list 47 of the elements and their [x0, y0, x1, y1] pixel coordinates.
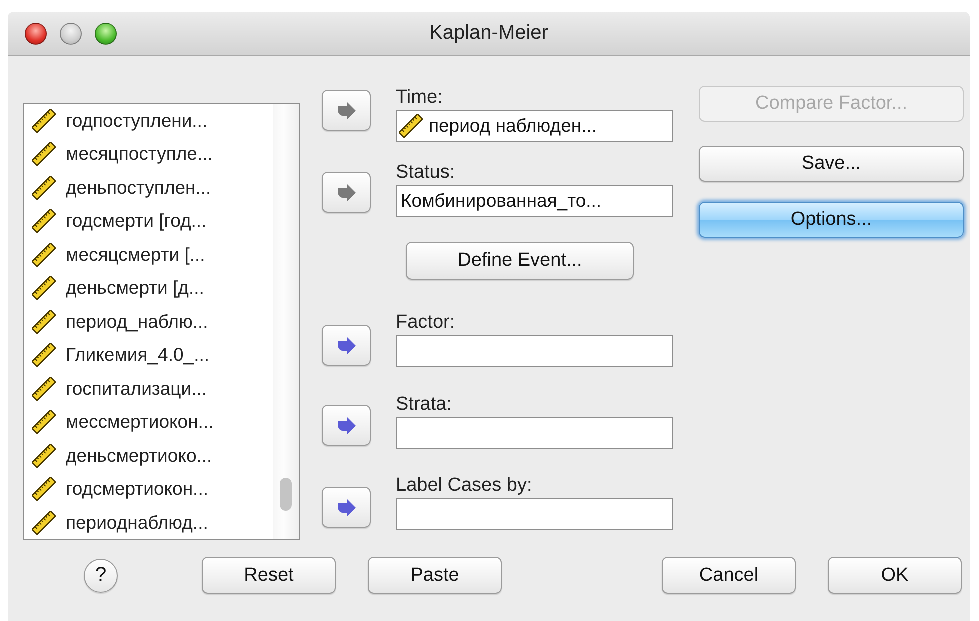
minimize-button[interactable] [60, 22, 82, 44]
variable-item[interactable]: период_наблю... [32, 305, 273, 338]
variable-item[interactable]: Гликемия_4.0_... [32, 338, 273, 372]
field-label: Time: [396, 86, 443, 110]
dialog-button[interactable]: OK [828, 557, 962, 594]
variable-item[interactable]: деньпоступлен... [32, 171, 273, 204]
move-arrow-button[interactable] [322, 90, 371, 131]
arrow-icon [336, 336, 356, 354]
zoom-button[interactable] [95, 22, 117, 44]
variable-item[interactable]: деньсмертиоко... [32, 439, 273, 472]
variable-item[interactable]: годсмертиокон... [32, 472, 273, 506]
move-arrow-button[interactable] [322, 487, 371, 528]
help-button[interactable]: ? [84, 558, 118, 592]
target-field[interactable] [396, 335, 673, 367]
window-title: Kaplan-Meier [430, 22, 548, 44]
arrow-icon [336, 416, 356, 434]
arrow-icon [336, 184, 356, 202]
move-arrow-button[interactable] [322, 405, 371, 446]
variable-item[interactable]: месяцсмерти [... [32, 238, 273, 272]
arrow-icon [336, 498, 356, 516]
variable-item[interactable]: годпоступлени... [32, 104, 273, 138]
target-field[interactable]: Комбинированная_то... [396, 185, 673, 217]
dialog-button[interactable]: Options... [699, 202, 964, 238]
target-field[interactable]: период наблюден... [396, 110, 673, 142]
variable-item[interactable]: месяцпоступле... [32, 138, 273, 171]
dialog-button[interactable]: Paste [368, 557, 502, 594]
variable-item[interactable]: госпитализаци... [32, 372, 273, 406]
define-event-button[interactable]: Define Event... [406, 242, 634, 280]
variable-item[interactable]: годсмерти [год... [32, 204, 273, 238]
ruler-icon [399, 114, 423, 138]
variable-item[interactable]: деньсмерти [д... [32, 272, 273, 305]
target-field[interactable] [396, 417, 673, 449]
field-label: Label Cases by: [396, 474, 532, 498]
target-field[interactable] [396, 498, 673, 530]
field-label: Status: [396, 161, 456, 185]
close-button[interactable] [25, 22, 47, 44]
field-label: Factor: [396, 311, 456, 335]
variable-item[interactable]: мессмертиокон... [32, 406, 273, 439]
variable-item[interactable]: периоднаблюд... [32, 506, 273, 539]
dialog-button[interactable]: Cancel [662, 557, 796, 594]
scrollbar-thumb[interactable] [280, 478, 292, 511]
dialog-button[interactable]: Save... [699, 146, 964, 182]
move-arrow-button[interactable] [322, 172, 371, 213]
move-arrow-button[interactable] [322, 325, 371, 366]
arrow-icon [336, 102, 356, 120]
dialog-button[interactable]: Reset [202, 557, 336, 594]
field-label: Strata: [396, 393, 452, 417]
